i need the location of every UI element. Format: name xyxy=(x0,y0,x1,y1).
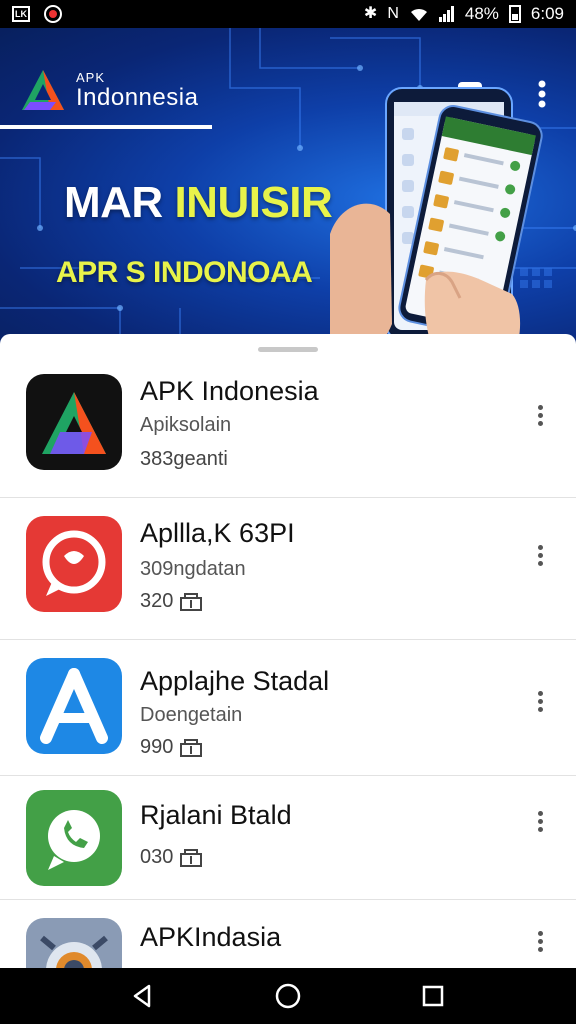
phone-in-hand-illustration xyxy=(330,87,543,340)
chat-bubble-icon xyxy=(26,516,122,612)
clock: 6:09 xyxy=(530,4,564,23)
system-nav-bar xyxy=(0,968,576,1024)
apk-logo-icon xyxy=(22,70,64,110)
app-title: APKIndasia xyxy=(140,922,282,952)
app-size: 990 xyxy=(140,736,174,758)
app-meta: 320 xyxy=(140,590,203,613)
storage-icon xyxy=(180,592,203,611)
app-subtitle: 309ngdatan xyxy=(140,558,246,580)
battery-icon xyxy=(508,5,521,23)
app-size: 030 xyxy=(140,846,174,868)
app-meta: 383geanti xyxy=(140,448,228,471)
item-more-button[interactable] xyxy=(528,402,552,430)
list-item[interactable]: Rjalani Btald 030 xyxy=(0,776,576,900)
app-list-sheet: APK Indonesia Apiksolain 383geanti Aplll… xyxy=(0,334,576,968)
status-bar: LK ✱ N 48% 6:09 xyxy=(0,0,576,28)
tab-indicator xyxy=(0,125,212,129)
signal-icon xyxy=(438,6,454,22)
app-meta-text: 383geanti xyxy=(140,448,228,470)
brand-name: Indonnesia xyxy=(76,84,199,111)
camera-app-icon xyxy=(26,918,122,968)
home-icon[interactable] xyxy=(274,982,302,1010)
recents-icon[interactable] xyxy=(419,982,447,1010)
do-not-disturb-icon xyxy=(44,5,62,23)
screen: LK ✱ N 48% 6:09 APK Indonnesia MAR INUIS… xyxy=(0,0,576,1024)
phone-chat-icon xyxy=(26,790,122,886)
bluetooth-icon: ✱ xyxy=(363,5,378,22)
sheet-drag-handle[interactable] xyxy=(258,347,318,352)
storage-icon xyxy=(180,738,203,757)
brand-prefix: APK xyxy=(76,70,106,85)
item-more-button[interactable] xyxy=(528,688,552,716)
list-item[interactable]: APKIndasia xyxy=(0,900,576,968)
app-subtitle: Doengetain xyxy=(140,704,243,726)
storage-icon xyxy=(180,848,203,867)
app-title: Apllla,K 63PI xyxy=(140,518,295,548)
list-item[interactable]: APK Indonesia Apiksolain 383geanti xyxy=(0,358,576,498)
app-store-a-icon xyxy=(26,658,122,754)
back-icon[interactable] xyxy=(129,982,157,1010)
list-item[interactable]: Apllla,K 63PI 309ngdatan 320 xyxy=(0,498,576,640)
hero-headline: MAR INUISIR xyxy=(64,178,333,228)
item-more-button[interactable] xyxy=(528,542,552,570)
app-title: APK Indonesia xyxy=(140,376,319,406)
item-more-button[interactable] xyxy=(528,808,552,836)
app-meta: 030 xyxy=(140,846,203,869)
hero-headline-white: MAR xyxy=(64,178,175,227)
hero-subheadline: APR S INDONOAA xyxy=(56,256,313,289)
notification-box-icon: LK xyxy=(12,6,30,22)
apk-logo-icon xyxy=(26,374,122,470)
app-meta: 990 xyxy=(140,736,203,759)
item-more-button[interactable] xyxy=(528,928,552,956)
app-title: Applajhe Stadal xyxy=(140,666,330,696)
battery-percent: 48% xyxy=(464,4,499,23)
list-item[interactable]: Applajhe Stadal Doengetain 990 xyxy=(0,640,576,776)
nfc-icon: N xyxy=(387,5,399,22)
app-title: Rjalani Btald xyxy=(140,800,292,830)
hero-headline-accent: INUISIR xyxy=(174,178,333,227)
app-subtitle: Apiksolain xyxy=(140,414,232,436)
hero-banner: APK Indonnesia MAR INUISIR APR S INDONOA… xyxy=(0,28,576,340)
app-size: 320 xyxy=(140,590,174,612)
wifi-icon xyxy=(410,8,427,21)
